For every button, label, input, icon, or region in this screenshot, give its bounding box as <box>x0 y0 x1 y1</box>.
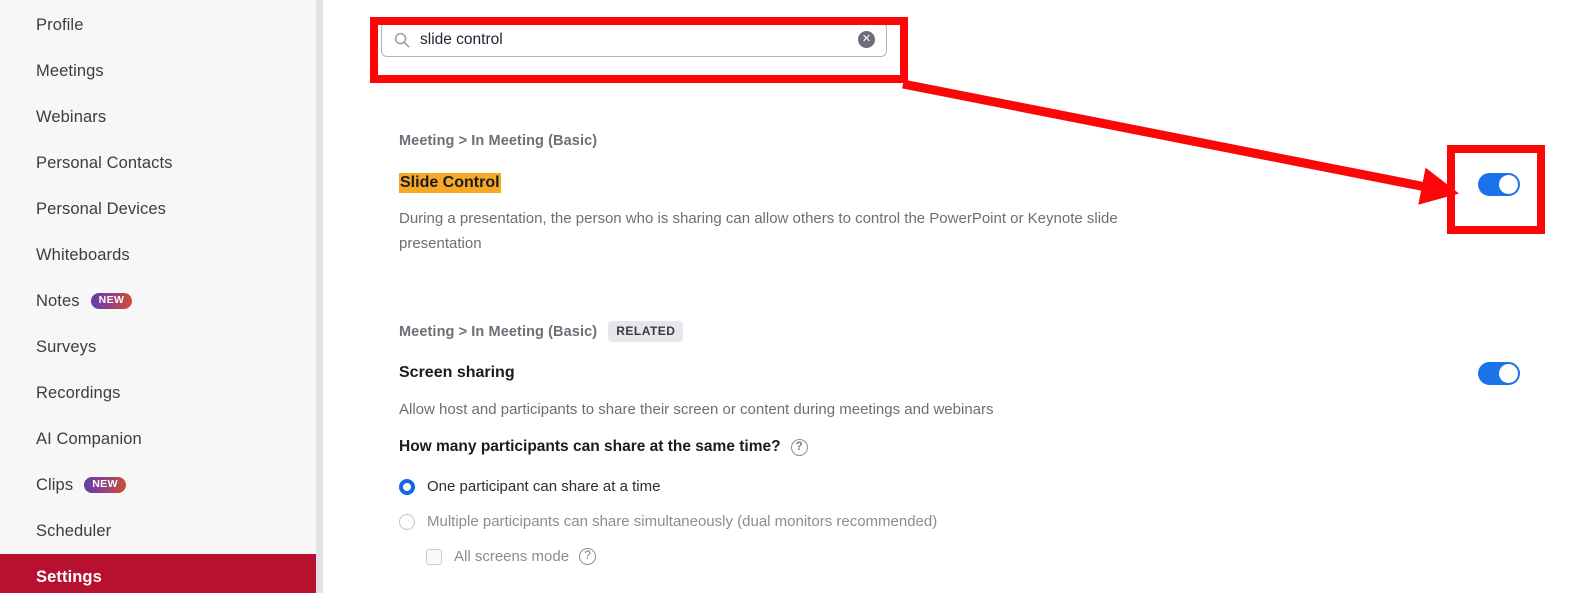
related-badge: RELATED <box>608 321 684 342</box>
highlighted-term: Slide Control <box>399 173 501 193</box>
sidebar-item-label: Notes <box>36 291 80 310</box>
page-title: Slide Control <box>399 173 501 193</box>
option-label: All screens mode <box>454 548 570 565</box>
breadcrumb[interactable]: Meeting > In Meeting (Basic) RELATED <box>399 321 684 342</box>
setting-title: Screen sharing <box>399 364 515 381</box>
sidebar-item-whiteboards[interactable]: Whiteboards <box>0 232 316 278</box>
search-area: ✕ <box>381 9 887 69</box>
breadcrumb[interactable]: Meeting > In Meeting (Basic) <box>399 133 597 149</box>
sidebar-item-settings[interactable]: Settings <box>0 554 316 593</box>
toggle-knob <box>1499 175 1518 194</box>
setting-description: During a presentation, the person who is… <box>399 210 1118 252</box>
help-icon[interactable]: ? <box>579 548 597 565</box>
sub-question: How many participants can share at the s… <box>399 438 808 456</box>
sidebar-item-ai-companion[interactable]: AI Companion <box>0 416 316 462</box>
option-one-participant[interactable]: One participant can share at a time <box>399 478 660 495</box>
setting-description: Allow host and participants to share the… <box>399 401 994 418</box>
help-icon[interactable]: ? <box>790 438 808 456</box>
breadcrumb-text: Meeting > In Meeting (Basic) <box>399 133 598 149</box>
sidebar-item-label: Surveys <box>36 337 97 356</box>
option-label: Multiple participants can share simultan… <box>427 513 938 530</box>
sidebar-item-label: Settings <box>36 567 102 586</box>
sidebar-item-personal-devices[interactable]: Personal Devices <box>0 186 316 232</box>
search-box[interactable]: ✕ <box>381 22 887 57</box>
sidebar-item-label: Personal Contacts <box>36 153 173 172</box>
sidebar-item-clips[interactable]: Clips NEW <box>0 462 316 508</box>
setting-description-screen-sharing: Allow host and participants to share the… <box>399 397 994 422</box>
option-multiple-participants[interactable]: Multiple participants can share simultan… <box>399 513 937 530</box>
setting-description-slide-control: During a presentation, the person who is… <box>399 206 1189 256</box>
screen-sharing-toggle[interactable] <box>1478 362 1520 385</box>
sidebar-item-surveys[interactable]: Surveys <box>0 324 316 370</box>
slide-control-toggle[interactable] <box>1478 173 1520 196</box>
setting-title-slide-control: Slide Control <box>399 173 501 193</box>
sidebar-item-label: Whiteboards <box>36 245 130 264</box>
main-content: ✕ Meeting > In Meeting (Basic) Slide Con… <box>323 0 1571 593</box>
search-input[interactable] <box>410 30 858 49</box>
sidebar-item-webinars[interactable]: Webinars <box>0 94 316 140</box>
sidebar-item-scheduler[interactable]: Scheduler <box>0 508 316 554</box>
sub-question-row: How many participants can share at the s… <box>399 438 808 456</box>
sidebar-item-label: Meetings <box>36 61 104 80</box>
result-breadcrumb-slide-control: Meeting > In Meeting (Basic) <box>399 133 597 149</box>
sub-question-text: How many participants can share at the s… <box>399 438 781 455</box>
option-all-screens-mode[interactable]: All screens mode ? <box>426 548 597 565</box>
sidebar-item-meetings[interactable]: Meetings <box>0 48 316 94</box>
sidebar-item-label: Recordings <box>36 383 121 402</box>
setting-title-screen-sharing: Screen sharing <box>399 364 515 382</box>
checkbox-all-screens-mode[interactable] <box>426 548 442 565</box>
sidebar-item-label: Clips <box>36 475 74 494</box>
option-label: One participant can share at a time <box>427 478 661 495</box>
radio-one-participant[interactable] <box>399 478 415 495</box>
result-breadcrumb-screen-sharing: Meeting > In Meeting (Basic) RELATED <box>399 321 684 342</box>
sidebar-item-profile[interactable]: Profile <box>0 2 316 48</box>
search-icon <box>394 32 410 47</box>
sidebar-item-personal-contacts[interactable]: Personal Contacts <box>0 140 316 186</box>
zoom-settings-page: Profile Meetings Webinars Personal Contacts… <box>0 0 1571 593</box>
sidebar-nav: Profile Meetings Webinars Personal Contacts… <box>0 0 316 593</box>
sidebar-divider <box>316 0 323 593</box>
sidebar-item-label: Webinars <box>36 107 107 126</box>
sidebar-item-label: AI Companion <box>36 429 142 448</box>
sidebar-item-label: Personal Devices <box>36 199 166 218</box>
toggle-knob <box>1499 364 1518 383</box>
new-badge: NEW <box>90 293 133 309</box>
sidebar-item-label: Scheduler <box>36 521 112 540</box>
breadcrumb-text: Meeting > In Meeting (Basic) <box>399 323 598 340</box>
radio-multiple-participants[interactable] <box>399 513 415 530</box>
sidebar-item-label: Profile <box>36 15 84 34</box>
new-badge: NEW <box>84 477 126 493</box>
sidebar-item-recordings[interactable]: Recordings <box>0 370 316 416</box>
sidebar-item-notes[interactable]: Notes NEW <box>0 278 316 324</box>
clear-search-icon[interactable]: ✕ <box>858 31 875 48</box>
